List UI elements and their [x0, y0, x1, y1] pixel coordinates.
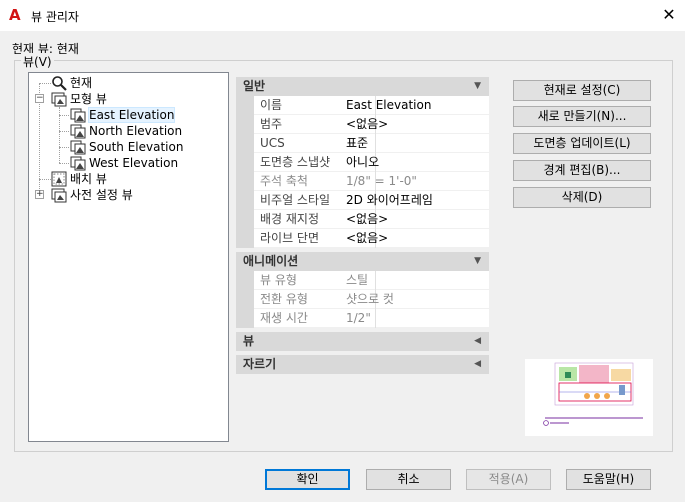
- model-views-icon: [51, 91, 67, 107]
- section-general-title: 일반: [243, 79, 266, 93]
- expand-arrow-icon[interactable]: ◀: [474, 332, 481, 351]
- section-general[interactable]: 일반 ▼: [236, 77, 489, 96]
- tree-item-preset-views[interactable]: 사전 설정 뷰: [51, 187, 133, 203]
- collapse-arrow-icon[interactable]: ▼: [474, 77, 481, 96]
- layout-views-icon: [51, 171, 67, 187]
- new-view-button[interactable]: 새로 만들기(N)...: [513, 106, 651, 127]
- delete-button[interactable]: 삭제(D): [513, 187, 651, 208]
- tree-item-east-elevation[interactable]: East Elevation: [70, 107, 176, 123]
- view-tree[interactable]: − + 현재 모형 뷰 East Elevation North Elevati…: [28, 72, 229, 442]
- section-clipping-title: 자르기: [243, 357, 277, 371]
- named-view-icon: [70, 107, 86, 123]
- window-title: 뷰 관리자: [31, 10, 79, 24]
- named-view-icon: [70, 155, 86, 171]
- property-row[interactable]: 이름 East Elevation: [236, 96, 489, 115]
- property-row[interactable]: 주석 축척 1/8" = 1'-0": [236, 172, 489, 191]
- section-clipping[interactable]: 자르기 ◀: [236, 355, 489, 374]
- property-row[interactable]: 전환 유형 샷으로 컷: [236, 290, 489, 309]
- view-preview-thumbnail: [525, 359, 653, 436]
- tree-item-north-elevation[interactable]: North Elevation: [70, 123, 182, 139]
- tree-line: [59, 147, 69, 148]
- property-row[interactable]: 라이브 단면 <없음>: [236, 229, 489, 248]
- preset-views-icon: [51, 187, 67, 203]
- named-view-icon: [70, 139, 86, 155]
- property-row[interactable]: 뷰 유형 스틸: [236, 271, 489, 290]
- help-button[interactable]: 도움말(H): [566, 469, 651, 490]
- property-row[interactable]: 재생 시간 1/2": [236, 309, 489, 328]
- edit-boundaries-button[interactable]: 경계 편집(B)...: [513, 160, 651, 181]
- views-group-label: 뷰(V): [21, 53, 54, 70]
- tree-item-model-views[interactable]: 모형 뷰: [51, 91, 107, 107]
- tree-line: [39, 83, 51, 84]
- named-view-icon: [70, 123, 86, 139]
- apply-button[interactable]: 적용(A): [466, 469, 551, 490]
- section-animation-title: 애니메이션: [243, 254, 299, 268]
- close-button[interactable]: ✕: [658, 4, 680, 26]
- section-animation[interactable]: 애니메이션 ▼: [236, 252, 489, 271]
- title-bar: A 뷰 관리자 ✕: [0, 0, 685, 31]
- property-row[interactable]: 도면층 스냅샷 아니오: [236, 153, 489, 172]
- set-current-button[interactable]: 현재로 설정(C): [513, 80, 651, 101]
- tree-line: [59, 163, 69, 164]
- expand-preset-views-toggle[interactable]: +: [35, 190, 44, 199]
- update-layers-button[interactable]: 도면층 업데이트(L): [513, 133, 651, 154]
- property-row[interactable]: 배경 재지정 <없음>: [236, 210, 489, 229]
- tree-item-south-elevation[interactable]: South Elevation: [70, 139, 183, 155]
- cancel-button[interactable]: 취소: [366, 469, 451, 490]
- magnifier-icon: [51, 75, 67, 91]
- tree-line: [39, 179, 51, 180]
- tree-line: [59, 131, 69, 132]
- collapse-model-views-toggle[interactable]: −: [35, 94, 44, 103]
- section-view-title: 뷰: [243, 334, 255, 348]
- autocad-app-icon: A: [9, 6, 21, 24]
- expand-arrow-icon[interactable]: ◀: [474, 355, 481, 374]
- tree-item-current[interactable]: 현재: [51, 75, 92, 91]
- collapse-arrow-icon[interactable]: ▼: [474, 252, 481, 271]
- tree-item-layout-views[interactable]: 배치 뷰: [51, 171, 107, 187]
- property-row[interactable]: 비주얼 스타일 2D 와이어프레임: [236, 191, 489, 210]
- property-row[interactable]: UCS 표준: [236, 134, 489, 153]
- section-view[interactable]: 뷰 ◀: [236, 332, 489, 351]
- ok-button[interactable]: 확인: [265, 469, 350, 490]
- property-row[interactable]: 범주 <없음>: [236, 115, 489, 134]
- tree-item-west-elevation[interactable]: West Elevation: [70, 155, 178, 171]
- tree-line: [59, 115, 69, 116]
